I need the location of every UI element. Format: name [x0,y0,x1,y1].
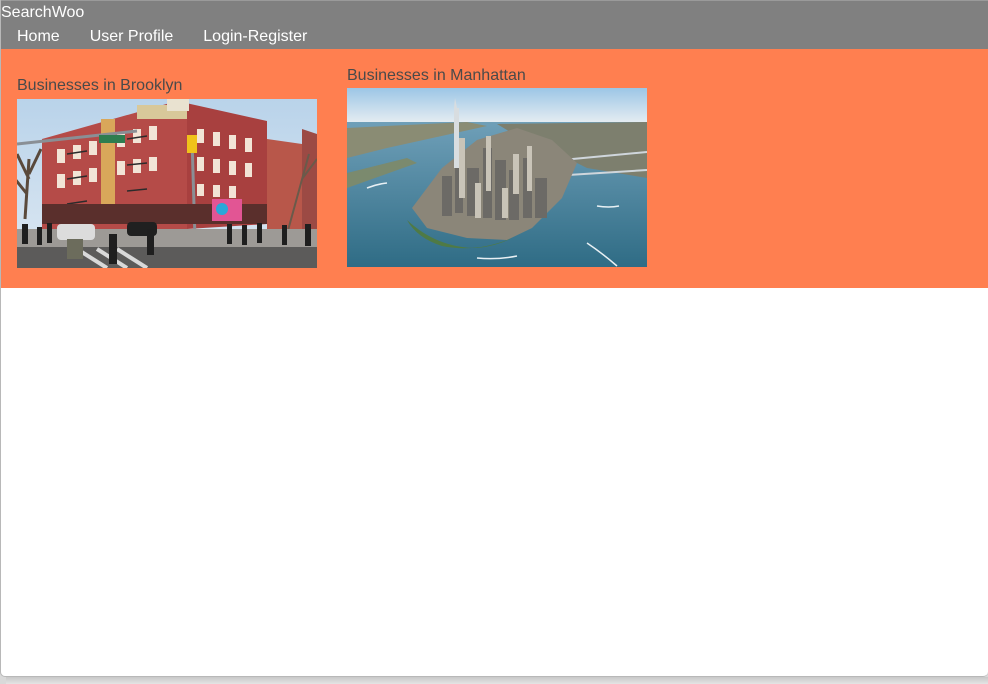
nav-login-register-link[interactable]: Login-Register [203,28,307,46]
brooklyn-street-image[interactable] [17,99,317,268]
borough-banner: Businesses in Brooklyn Businesses in Man… [1,49,988,288]
nav-home-link[interactable]: Home [17,28,60,46]
site-header: SearchWoo Home User Profile Login-Regist… [1,0,988,49]
nav-user-profile-link[interactable]: User Profile [90,28,174,46]
window-shadow [6,677,988,684]
main-nav: Home User Profile Login-Register [17,28,307,46]
manhattan-card-title[interactable]: Businesses in Manhattan [347,67,647,85]
site-title[interactable]: SearchWoo [1,4,84,22]
manhattan-aerial-image[interactable] [347,88,647,267]
brooklyn-card-title[interactable]: Businesses in Brooklyn [17,77,317,95]
browser-window: SearchWoo Home User Profile Login-Regist… [0,0,988,677]
manhattan-card[interactable]: Businesses in Manhattan [347,67,647,267]
brooklyn-card[interactable]: Businesses in Brooklyn [17,77,317,268]
